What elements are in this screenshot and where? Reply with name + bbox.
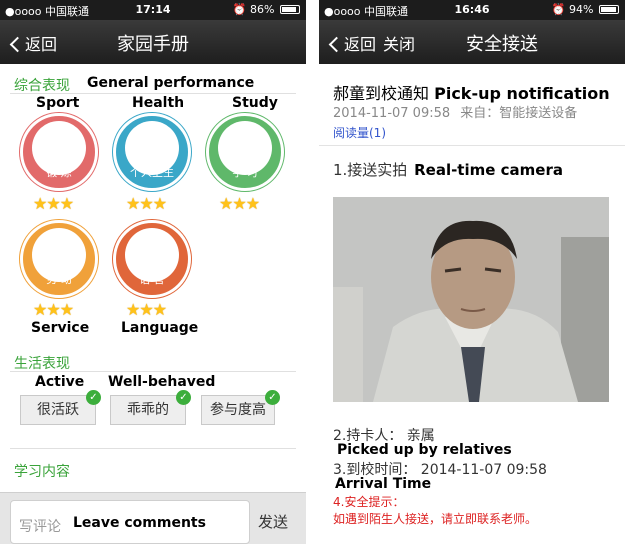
badge-sport[interactable]: 锻 炼 [20,113,98,191]
status-bar: ●oooo 中国联通 17:14 ⏰ 86% [0,0,306,20]
status-right: ⏰ 94% [552,3,619,16]
comment-bar: 写评论 Leave comments 发送 [0,492,306,544]
badge-health[interactable]: 个人卫生 [113,113,191,191]
general-section-en: General performance [87,75,255,91]
safety-tip: 如遇到陌生人接送，请立即联系老师。 [333,512,538,526]
badge-label: 语 言 [139,273,165,286]
status-right: ⏰ 86% [233,3,300,16]
comment-placeholder: 写评论 [19,519,61,535]
tag-label: 很活跃 [37,402,79,418]
nav-bar: 返回 关闭 安全接送 [319,20,625,64]
battery-icon [599,5,619,14]
divider [10,93,296,94]
divider [10,448,296,449]
item-1: 1.接送实拍 Real-time camera [333,159,563,180]
back-button[interactable]: 返回 [327,31,376,55]
badge-en-sport: Sport [36,95,80,111]
item-4-cn: 4.安全提示： [333,495,405,509]
post-source: 来自：智能接送设备 [460,106,578,121]
status-bar: ●oooo 中国联通 16:46 ⏰ 94% [319,0,625,20]
badge-en-study: Study [232,95,278,111]
battery-icon [280,5,300,14]
star-rating: ★★★ [219,194,260,213]
battery-percent: 94% [569,3,594,16]
star-rating: ★★★ [126,300,167,319]
life-section-title: 生活表现 [14,356,70,372]
alarm-icon: ⏰ [551,3,566,16]
divider [10,371,296,372]
life-en-behaved: Well-behaved [108,374,216,390]
life-en-active: Active [35,374,85,390]
star-rating: ★★★ [33,194,74,213]
badge-en-service: Service [31,320,90,336]
tag-participation[interactable]: 参与度高 ✓ [201,390,280,425]
back-label: 返回 [344,35,377,54]
badge-label: 学 习 [232,166,258,179]
battery-percent: 86% [250,3,275,16]
chevron-left-icon [328,36,345,53]
comment-en-label: Leave comments [73,515,206,531]
left-screen: ●oooo 中国联通 17:14 ⏰ 86% 返回 家园手册 综合表现 Gene… [0,0,306,544]
check-icon: ✓ [86,390,101,405]
tag-label: 乖乖的 [127,402,169,418]
headline-cn: 郝童到校通知 [333,84,430,103]
badge-label: 锻 炼 [46,166,72,179]
general-section-title: 综合表现 [14,78,70,94]
check-icon: ✓ [265,390,280,405]
comment-input[interactable]: 写评论 Leave comments [10,500,250,544]
tag-label: 参与度高 [210,402,266,418]
read-count[interactable]: 阅读量(1) [333,124,386,141]
pickup-photo[interactable] [333,197,609,402]
headline: 郝童到校通知 Pick-up notification [333,80,610,104]
check-icon: ✓ [176,390,191,405]
badge-en-language: Language [121,320,199,336]
person-photo-icon [333,197,609,402]
item-1-en: Real-time camera [414,161,563,179]
item-2-en: Picked up by relatives [337,442,512,458]
right-screen: ●oooo 中国联通 16:46 ⏰ 94% 返回 关闭 安全接送 郝童到校通知… [319,0,625,544]
divider [319,145,625,146]
badge-label: 个人卫生 [130,166,174,179]
badge-language[interactable]: 语 言 [113,220,191,298]
study-content-title: 学习内容 [14,464,70,480]
send-button[interactable]: 发送 [258,511,288,532]
tag-active[interactable]: 很活跃 ✓ [20,390,101,425]
tag-well-behaved[interactable]: 乖乖的 ✓ [110,390,191,425]
item-1-cn: 1.接送实拍 [333,161,408,179]
star-rating: ★★★ [126,194,167,213]
headline-en: Pick-up notification [434,84,610,103]
badge-study[interactable]: 学 习 [206,113,284,191]
badge-service[interactable]: 劳 动 [20,220,98,298]
page-title: 安全接送 [466,34,538,55]
meta-line: 2014-11-07 09:58 来自：智能接送设备 [333,102,577,121]
item-3-en: Arrival Time [335,476,432,492]
post-date: 2014-11-07 09:58 [333,106,451,121]
star-rating: ★★★ [33,300,74,319]
badge-en-health: Health [132,95,185,111]
alarm-icon: ⏰ [232,3,247,16]
page-title: 家园手册 [117,34,189,55]
badge-label: 劳 动 [46,273,72,286]
nav-bar: 返回 家园手册 [0,20,306,64]
